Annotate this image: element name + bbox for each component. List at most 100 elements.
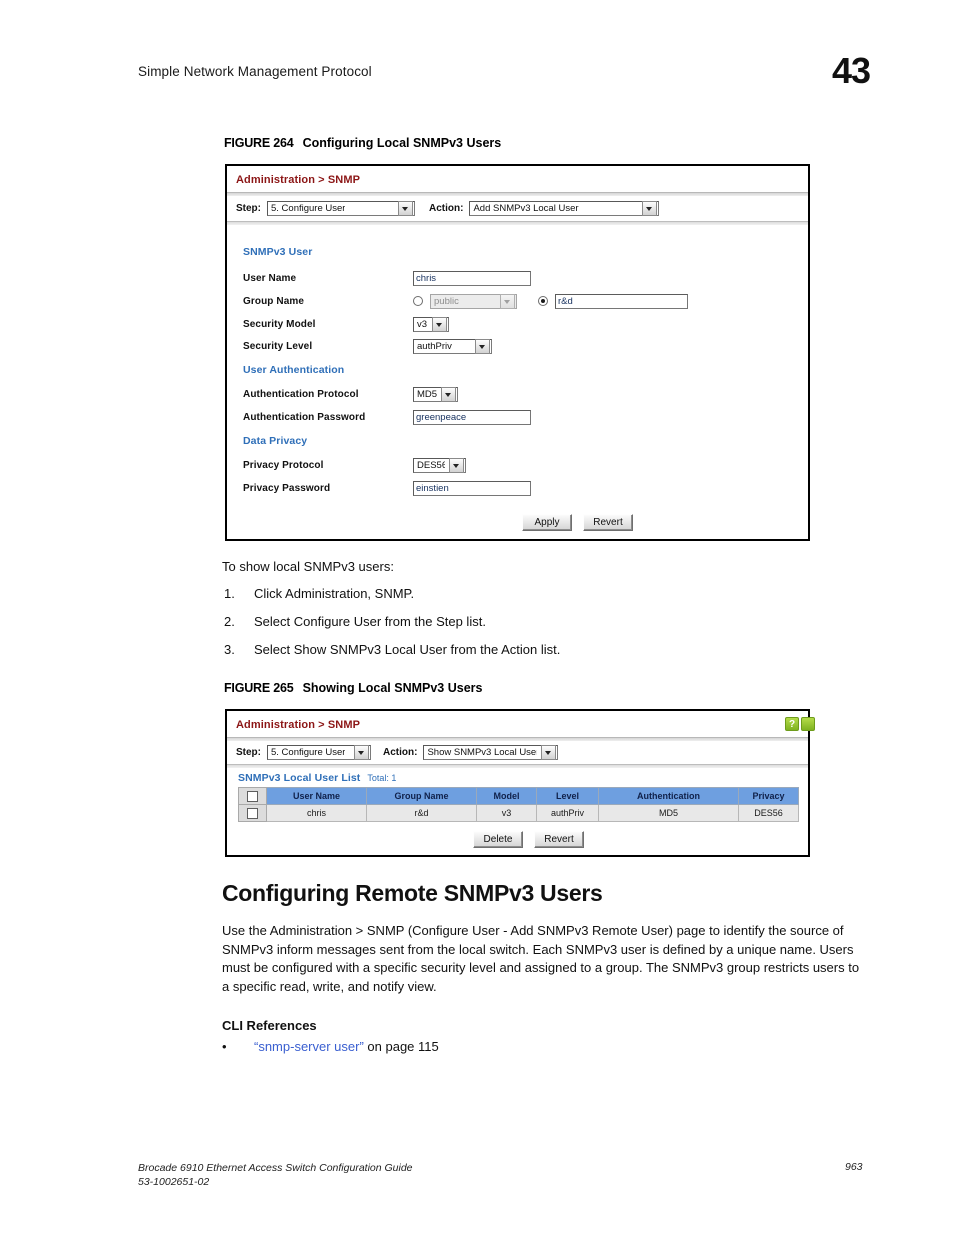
security-model-select[interactable]: v3 xyxy=(413,316,449,332)
figure-264-title: Configuring Local SNMPv3 Users xyxy=(302,136,502,150)
cell-level: authPriv xyxy=(536,804,599,822)
logout-icon[interactable] xyxy=(801,717,815,731)
bullet-icon: • xyxy=(222,1039,227,1054)
chevron-down-icon[interactable] xyxy=(449,457,464,473)
figure-265-title: Showing Local SNMPv3 Users xyxy=(302,681,483,695)
cell-model: v3 xyxy=(476,804,537,822)
auth-protocol-value: MD5 xyxy=(417,388,437,400)
snmp-show-user-panel: Administration > SNMP ? Step: 5. Configu… xyxy=(225,709,815,857)
instruction-text-1: Click Administration, SNMP. xyxy=(254,586,415,601)
chevron-down-icon[interactable] xyxy=(541,745,557,760)
help-icon[interactable]: ? xyxy=(785,717,799,731)
field-row-security-level: Security Level authPriv xyxy=(243,338,492,354)
instruction-number-2: 2. xyxy=(224,614,235,629)
section-paragraph: Use the Administration > SNMP (Configure… xyxy=(222,923,860,994)
snmpv3-user-form: SNMPv3 User User Name chris Group Name p… xyxy=(227,224,808,539)
action-select-value-264: Add SNMPv3 Local User xyxy=(473,203,579,214)
chevron-down-icon[interactable] xyxy=(642,201,658,216)
chevron-down-icon[interactable] xyxy=(432,316,447,332)
group-name-input[interactable]: r&d xyxy=(555,293,688,309)
cli-reference-link[interactable]: “snmp-server user” xyxy=(254,1039,364,1054)
chevron-down-icon[interactable] xyxy=(398,201,413,216)
row-select-cell[interactable] xyxy=(238,804,267,822)
step-select-265[interactable]: 5. Configure User xyxy=(267,745,371,760)
select-all-checkbox[interactable] xyxy=(247,790,258,802)
snmp-config-user-panel: Administration > SNMP Step: 5. Configure… xyxy=(225,164,810,541)
column-header-authentication: Authentication xyxy=(598,787,739,805)
step-action-bar-264: Step: 5. Configure User Action: Add SNMP… xyxy=(227,196,808,221)
delete-button[interactable]: Delete xyxy=(473,831,523,848)
instruction-text-3: Select Show SNMPv3 Local User from the A… xyxy=(254,642,561,657)
security-level-value: authPriv xyxy=(417,340,452,352)
action-select-value-265: Show SNMPv3 Local User xyxy=(427,747,538,758)
breadcrumb-264[interactable]: Administration > SNMP xyxy=(227,166,808,192)
cell-authentication: MD5 xyxy=(598,804,739,822)
cli-references-heading: CLI References xyxy=(222,1018,317,1033)
instruction-item-3: 3. Select Show SNMPv3 Local User from th… xyxy=(224,642,724,657)
section-heading-user-authentication: User Authentication xyxy=(243,364,345,376)
step-select-value-264: 5. Configure User xyxy=(271,203,346,214)
column-header-group-name: Group Name xyxy=(366,787,477,805)
field-row-group-name: Group Name public r&d xyxy=(243,293,688,309)
column-header-level: Level xyxy=(536,787,599,805)
field-row-security-model: Security Model v3 xyxy=(243,316,449,332)
snmpv3-local-user-table: User Name Group Name Model Level Authent… xyxy=(238,787,799,822)
group-name-select-value: public xyxy=(434,295,459,307)
page-title: Configuring Remote SNMPv3 Users xyxy=(222,880,603,906)
chevron-down-icon[interactable] xyxy=(475,338,490,354)
chevron-down-icon[interactable] xyxy=(500,293,515,309)
step-action-divider-265 xyxy=(227,764,808,768)
cli-reference-bullet: • “snmp-server user” on page 115 xyxy=(222,1039,642,1059)
cell-privacy: DES56 xyxy=(738,804,799,822)
action-label-264: Action: xyxy=(429,203,464,214)
security-model-value: v3 xyxy=(417,318,428,330)
user-name-input[interactable]: chris xyxy=(413,270,531,286)
auth-protocol-select[interactable]: MD5 xyxy=(413,386,458,402)
section-heading-data-privacy: Data Privacy xyxy=(243,435,308,447)
section-heading-snmpv3-user: SNMPv3 User xyxy=(243,246,313,258)
column-header-privacy: Privacy xyxy=(738,787,799,805)
privacy-protocol-value: DES56 xyxy=(417,459,445,471)
instruction-item-1: 1. Click Administration, SNMP. xyxy=(224,586,724,601)
user-name-label: User Name xyxy=(243,272,297,284)
action-select-265[interactable]: Show SNMPv3 Local User xyxy=(423,745,559,760)
security-level-label: Security Level xyxy=(243,340,313,352)
step-select-264[interactable]: 5. Configure User xyxy=(267,201,415,216)
chevron-down-icon[interactable] xyxy=(354,745,369,760)
apply-button[interactable]: Apply xyxy=(522,514,572,531)
chapter-number: 43 xyxy=(831,50,871,91)
field-row-user-name: User Name chris xyxy=(243,270,531,286)
group-name-existing-radio[interactable] xyxy=(413,296,423,306)
breadcrumb-265[interactable]: Administration > SNMP xyxy=(227,711,808,737)
instruction-text-2: Select Configure User from the Step list… xyxy=(254,614,486,629)
group-name-new-radio[interactable] xyxy=(538,296,548,306)
figure-264-caption: FIGURE 264 Configuring Local SNMPv3 Users xyxy=(224,136,501,150)
figure-265-caption: FIGURE 265 Showing Local SNMPv3 Users xyxy=(224,681,482,695)
auth-password-input[interactable]: greenpeace xyxy=(413,409,531,425)
field-row-auth-protocol: Authentication Protocol MD5 xyxy=(243,386,458,402)
select-all-header[interactable] xyxy=(238,787,267,805)
step-label-265: Step: xyxy=(236,747,261,758)
privacy-protocol-select[interactable]: DES56 xyxy=(413,457,466,473)
security-model-label: Security Model xyxy=(243,318,316,330)
cell-group-name: r&d xyxy=(366,804,477,822)
security-level-select[interactable]: authPriv xyxy=(413,338,492,354)
step-action-bar-265: Step: 5. Configure User Action: Show SNM… xyxy=(227,741,808,764)
row-checkbox[interactable] xyxy=(247,807,258,819)
column-header-model: Model xyxy=(476,787,537,805)
privacy-password-input[interactable]: einstien xyxy=(413,480,531,496)
group-name-select[interactable]: public xyxy=(430,293,517,309)
footer-page-number: 963 xyxy=(845,1161,863,1173)
action-label-265: Action: xyxy=(383,747,418,758)
step-select-value-265: 5. Configure User xyxy=(271,747,346,758)
group-name-label: Group Name xyxy=(243,295,305,307)
footer-document-title: Brocade 6910 Ethernet Access Switch Conf… xyxy=(138,1161,413,1189)
chevron-down-icon[interactable] xyxy=(441,386,456,402)
privacy-protocol-label: Privacy Protocol xyxy=(243,459,324,471)
cell-user-name: chris xyxy=(266,804,367,822)
revert-button[interactable]: Revert xyxy=(583,514,633,531)
revert-button-265[interactable]: Revert xyxy=(534,831,584,848)
action-select-264[interactable]: Add SNMPv3 Local User xyxy=(469,201,660,216)
instruction-number-1: 1. xyxy=(224,586,235,601)
cli-reference-page: on page 115 xyxy=(363,1039,439,1054)
